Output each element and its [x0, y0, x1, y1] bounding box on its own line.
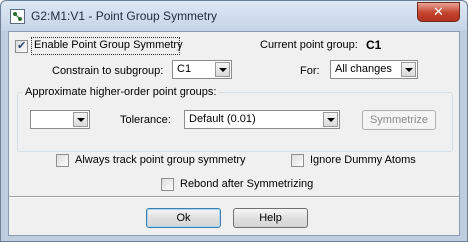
- chevron-down-icon[interactable]: [215, 62, 230, 77]
- ok-button[interactable]: Ok: [146, 208, 221, 228]
- for-label: For:: [300, 65, 320, 77]
- close-icon: ✕: [433, 4, 444, 19]
- dialog-body: Enable Point Group Symmetry Current poin…: [8, 31, 460, 236]
- approx-point-group-select[interactable]: [30, 110, 90, 129]
- rebond-label[interactable]: Rebond after Symmetrizing: [180, 178, 313, 190]
- always-track-label[interactable]: Always track point group symmetry: [75, 154, 246, 166]
- help-button[interactable]: Help: [233, 208, 308, 228]
- always-track-checkbox[interactable]: [56, 154, 69, 167]
- current-point-group-value: C1: [366, 38, 382, 52]
- enable-symmetry-checkbox[interactable]: [15, 39, 28, 53]
- ignore-dummy-checkbox[interactable]: [291, 154, 304, 167]
- close-button[interactable]: ✕: [417, 2, 460, 22]
- for-select[interactable]: All changes: [330, 60, 418, 79]
- current-point-group-label: Current point group:: [260, 39, 358, 51]
- window-title: G2:M1:V1 - Point Group Symmetry: [31, 9, 218, 23]
- constrain-label: Constrain to subgroup:: [52, 65, 164, 77]
- chevron-down-icon[interactable]: [73, 112, 88, 127]
- dialog-window: G2:M1:V1 - Point Group Symmetry ✕ Enable…: [0, 0, 468, 242]
- tolerance-value: Default (0.01): [189, 113, 256, 125]
- enable-symmetry-label[interactable]: Enable Point Group Symmetry: [34, 39, 183, 51]
- constrain-subgroup-select[interactable]: C1: [172, 60, 232, 79]
- separator: [9, 196, 459, 198]
- for-value: All changes: [335, 63, 392, 75]
- chevron-down-icon[interactable]: [401, 62, 416, 77]
- approx-groupbox: Approximate higher-order point groups: T…: [17, 86, 453, 152]
- ignore-dummy-label[interactable]: Ignore Dummy Atoms: [310, 154, 416, 166]
- rebond-checkbox[interactable]: [161, 178, 174, 191]
- constrain-subgroup-value: C1: [177, 63, 192, 75]
- chevron-down-icon[interactable]: [323, 112, 338, 127]
- tolerance-label: Tolerance:: [120, 114, 171, 126]
- approx-group-label: Approximate higher-order point groups:: [22, 86, 220, 98]
- tolerance-select[interactable]: Default (0.01): [184, 110, 340, 129]
- title-bar[interactable]: G2:M1:V1 - Point Group Symmetry ✕: [1, 1, 467, 31]
- symmetrize-button[interactable]: Symmetrize: [362, 110, 436, 130]
- app-icon: [10, 9, 25, 24]
